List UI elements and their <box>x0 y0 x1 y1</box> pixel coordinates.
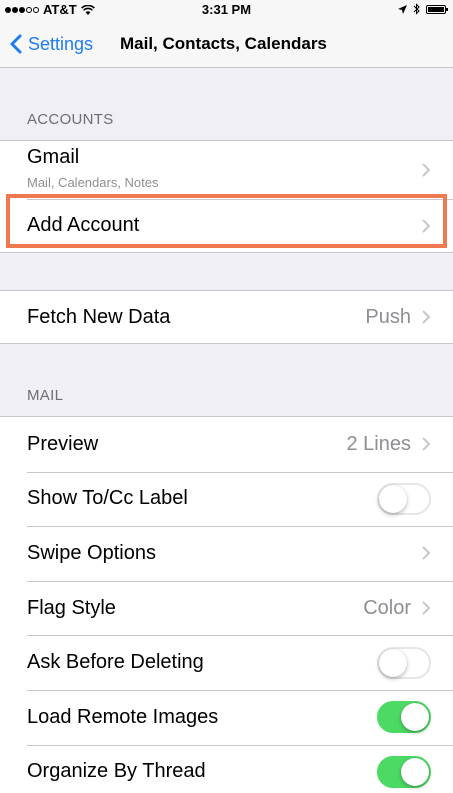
chevron-right-icon <box>422 163 431 177</box>
chevron-right-icon <box>422 437 431 452</box>
chevron-right-icon <box>422 601 431 615</box>
show-tocc-row: Show To/Cc Label <box>0 471 453 527</box>
back-button[interactable]: Settings <box>10 20 93 68</box>
account-services: Mail, Calendars, Notes <box>27 175 159 190</box>
bluetooth-icon <box>413 3 420 15</box>
flag-style-label: Flag Style <box>27 596 116 619</box>
chevron-right-icon <box>422 218 431 233</box>
section-header-accounts: ACCOUNTS <box>27 111 114 128</box>
ask-before-deleting-label: Ask Before Deleting <box>27 651 204 674</box>
preview-row[interactable]: Preview 2 Lines <box>0 417 453 472</box>
load-remote-images-toggle[interactable] <box>377 701 431 734</box>
mail-group: Preview 2 Lines Show To/Cc Label Swipe O… <box>0 416 453 793</box>
settings-screen: AT&T 3:31 PM Settings Mail, Contacts, Ca… <box>0 0 453 793</box>
location-arrow-icon <box>398 4 407 14</box>
show-tocc-label: Show To/Cc Label <box>27 487 188 510</box>
status-time: 3:31 PM <box>201 2 252 17</box>
accounts-group: Gmail Mail, Calendars, Notes Add Account <box>0 140 453 253</box>
battery-icon <box>426 4 448 14</box>
add-account-row[interactable]: Add Account <box>0 199 453 252</box>
ask-before-deleting-row: Ask Before Deleting <box>0 635 453 690</box>
section-header-mail: MAIL <box>27 387 64 404</box>
add-account-label: Add Account <box>27 214 140 236</box>
swipe-options-label: Swipe Options <box>27 541 156 564</box>
status-bar: AT&T 3:31 PM <box>0 0 453 20</box>
fetch-group: Fetch New Data Push <box>0 290 453 344</box>
navigation-bar: Settings Mail, Contacts, Calendars <box>0 20 453 68</box>
organize-by-thread-row: Organize By Thread <box>0 744 453 793</box>
status-right <box>392 3 448 15</box>
chevron-right-icon <box>422 546 431 561</box>
chevron-left-icon <box>10 34 22 54</box>
organize-by-thread-label: Organize By Thread <box>27 760 206 783</box>
fetch-new-data-row[interactable]: Fetch New Data Push <box>0 291 453 343</box>
preview-value: 2 Lines <box>346 432 412 455</box>
load-remote-images-label: Load Remote Images <box>27 705 219 728</box>
preview-label: Preview <box>27 432 99 455</box>
load-remote-images-row: Load Remote Images <box>0 689 453 745</box>
fetch-new-data-label: Fetch New Data <box>27 305 171 328</box>
ask-before-deleting-toggle[interactable] <box>377 646 431 679</box>
fetch-new-data-value: Push <box>365 305 411 328</box>
organize-by-thread-toggle[interactable] <box>377 755 431 788</box>
account-row-gmail[interactable]: Gmail Mail, Calendars, Notes <box>0 141 453 199</box>
back-button-label: Settings <box>28 33 94 54</box>
chevron-right-icon <box>422 310 431 324</box>
flag-style-row[interactable]: Flag Style Color <box>0 580 453 636</box>
swipe-options-row[interactable]: Swipe Options <box>0 526 453 581</box>
flag-style-value: Color <box>363 596 411 619</box>
show-tocc-toggle[interactable] <box>377 482 431 515</box>
page-title: Mail, Contacts, Calendars <box>120 34 327 53</box>
account-name: Gmail <box>27 146 80 168</box>
